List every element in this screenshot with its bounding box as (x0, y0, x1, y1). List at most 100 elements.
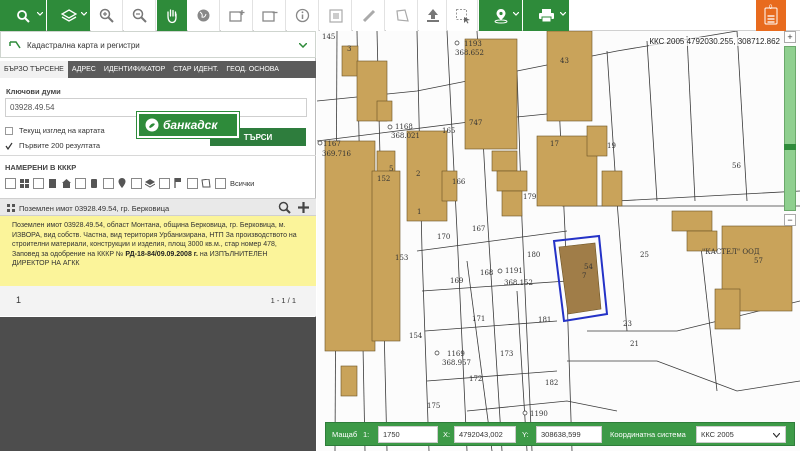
menu-button[interactable]: 0 (756, 0, 786, 31)
filter-checkbox[interactable] (103, 177, 114, 189)
map-label: 1167 (323, 140, 341, 148)
zoom-to-icon[interactable] (278, 201, 291, 214)
page-number[interactable]: 1 (16, 295, 21, 305)
result-order-number: РД-18-84/09.09.2008 г. (125, 250, 198, 258)
map-label: 169 (450, 277, 463, 285)
draw-polygon-button[interactable] (386, 0, 418, 31)
upload-button[interactable] (419, 0, 447, 31)
result-title: Поземлен имот 03928.49.54, гр. Берковица (19, 204, 170, 213)
scale-input[interactable]: 1750 (378, 426, 438, 443)
measure-area-icon (328, 8, 343, 23)
add-object-button[interactable] (221, 0, 253, 31)
device-icon (89, 178, 99, 188)
filter-checkbox[interactable] (131, 177, 142, 189)
location-pin-icon (494, 8, 507, 23)
zoom-slider-track[interactable] (784, 46, 796, 211)
x-coordinate-field[interactable]: 4792043,002 (454, 426, 516, 443)
map-zoom-in-button[interactable]: + (784, 31, 796, 43)
found-label: НАМЕРЕНИ В КККР (5, 163, 77, 172)
checkmark-icon[interactable] (5, 142, 13, 150)
measure-line-button[interactable] (353, 0, 385, 31)
hand-icon (167, 8, 177, 23)
zoom-out-button[interactable] (124, 0, 156, 31)
current-view-option[interactable]: Текущ изглед на картата (5, 126, 105, 135)
zoom-slider-handle[interactable] (784, 144, 796, 150)
location-pin-icon (117, 178, 127, 188)
search-tabs: БЪРЗО ТЪРСЕНЕ АДРЕС ИДЕНТИФИКАТОР СТАР И… (0, 61, 316, 78)
location-button[interactable] (479, 0, 522, 31)
map-label: 369.716 (322, 150, 351, 158)
crs-value: ККС 2005 (701, 430, 734, 439)
search-tool-button[interactable] (0, 0, 46, 31)
map-status-bar: Мащаб 1: 1750 X: 4792043,002 Y: 308638,5… (325, 422, 795, 446)
map-label: 7 (582, 272, 586, 280)
filter-row: Всички (5, 177, 254, 189)
result-header[interactable]: Поземлен имот 03928.49.54, гр. Берковица (0, 198, 316, 216)
x-label: X: (443, 430, 451, 439)
select-button[interactable] (448, 0, 478, 31)
info-button[interactable] (287, 0, 319, 31)
layer-dropdown[interactable]: Кадастрална карта и регистри (0, 31, 316, 58)
map-label: "КАСТЕЛ" ООД (702, 248, 760, 256)
filter-checkbox[interactable] (33, 177, 44, 189)
add-icon[interactable] (297, 201, 310, 214)
grid-icon (7, 204, 15, 212)
map-label: 368.957 (442, 359, 471, 367)
map-zoom-out-button[interactable]: − (784, 214, 796, 226)
tab-old-identifier[interactable]: СТАР ИДЕНТ. (169, 61, 222, 78)
globe-button[interactable] (188, 0, 220, 31)
info-icon (295, 8, 310, 23)
map-label: 153 (395, 254, 408, 262)
zoom-control: + − (784, 31, 797, 231)
print-button[interactable] (523, 0, 569, 31)
y-label: Y: (522, 430, 529, 439)
filter-checkbox[interactable] (75, 177, 86, 189)
tab-identifier[interactable]: ИДЕНТИФИКАТОР (100, 61, 169, 78)
layers-tool-button[interactable] (47, 0, 90, 31)
filter-checkbox-all[interactable] (215, 177, 226, 189)
y-coordinate-field[interactable]: 308638,599 (536, 426, 602, 443)
map-label: 145 (322, 33, 335, 41)
result-order-label: Заповед за одобрение на КККР № (12, 250, 124, 258)
map-label: 19 (607, 142, 616, 150)
measure-area-button[interactable] (320, 0, 352, 31)
polygon-icon (201, 178, 211, 188)
map-label: 152 (377, 175, 390, 183)
bank-logo-icon (145, 118, 159, 132)
printer-icon (538, 9, 554, 23)
grid-icon (19, 178, 29, 188)
pan-tool-button[interactable] (157, 0, 187, 31)
tab-address[interactable]: АДРЕС (68, 61, 100, 78)
map-label: 1 (417, 208, 421, 216)
filter-checkbox[interactable] (187, 177, 198, 189)
remove-object-button[interactable] (254, 0, 286, 31)
bank-advertisement[interactable]: банкадск (137, 112, 239, 138)
result-details[interactable]: Поземлен имот 03928.49.54, област Монтан… (0, 216, 316, 286)
chevron-down-icon (37, 12, 43, 16)
tab-geodetic-base[interactable]: ГЕОД. ОСНОВА (222, 61, 283, 78)
current-view-checkbox[interactable] (5, 126, 13, 135)
tab-quick-search[interactable]: БЪРЗО ТЪРСЕНЕ (0, 61, 68, 78)
cadastral-map[interactable]: 145 1193 368.652 165 747 1168 368.021 11… (317, 31, 800, 451)
chevron-down-icon (513, 12, 519, 16)
crs-select[interactable]: ККС 2005 (696, 426, 786, 443)
map-label: 56 (732, 162, 741, 170)
map-label: 166 (452, 178, 466, 186)
layer-dropdown-label: Кадастрална карта и регистри (27, 41, 140, 50)
map-label: 1193 (464, 40, 482, 48)
chevron-down-icon (560, 12, 566, 16)
map-label: 1191 (505, 267, 523, 275)
zoom-in-button[interactable] (91, 0, 123, 31)
map-label: 25 (640, 251, 649, 259)
map-label: 172 (469, 375, 482, 383)
filter-checkbox[interactable] (159, 177, 170, 189)
filter-checkbox[interactable] (5, 177, 16, 189)
map-label: 1168 (395, 123, 413, 131)
map-label: 1190 (530, 410, 548, 418)
chevron-down-icon (81, 12, 87, 16)
first-200-option[interactable]: Първите 200 резултата (5, 141, 100, 150)
scale-label: Мащаб (332, 430, 358, 439)
map-label: 181 (538, 316, 551, 324)
map-canvas[interactable]: 145 1193 368.652 165 747 1168 368.021 11… (317, 31, 800, 451)
map-label: 43 (560, 57, 569, 65)
